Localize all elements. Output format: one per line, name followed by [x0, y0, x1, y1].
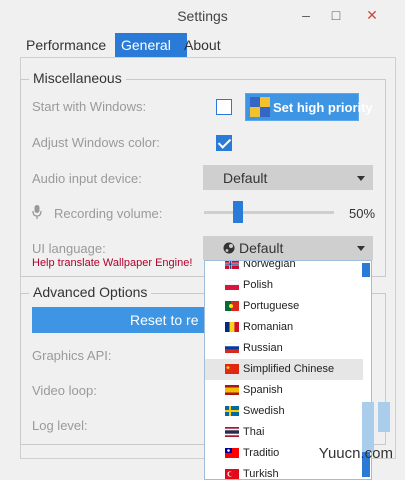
recording-volume-value: 50%	[349, 206, 376, 221]
video-loop-label: Video loop:	[32, 383, 97, 398]
set-high-priority-label: Set high priority	[273, 100, 373, 115]
log-level-label: Log level:	[32, 418, 88, 433]
taiwan-flag-icon	[225, 448, 239, 458]
recording-volume-slider-thumb[interactable]	[232, 201, 243, 223]
language-option-label: Russian	[243, 342, 283, 354]
language-option-simplified-chinese[interactable]: Simplified Chinese	[205, 359, 363, 380]
minimize-button[interactable]: –	[292, 4, 320, 26]
language-option-portuguese[interactable]: Portuguese	[205, 296, 363, 317]
language-option-turkish[interactable]: Turkish	[205, 464, 363, 480]
language-option-norwegian[interactable]: Norwegian	[205, 260, 363, 275]
graphics-api-label: Graphics API:	[32, 348, 112, 363]
reset-button-label: Reset to re	[130, 312, 199, 328]
romania-flag-icon	[225, 322, 239, 332]
title-bar: Settings – □ ✕	[0, 0, 405, 32]
microphone-icon	[32, 205, 42, 219]
ui-language-value: Default	[239, 240, 284, 256]
language-option-label: Thai	[243, 426, 265, 438]
language-option-polish[interactable]: Polish	[205, 275, 363, 296]
language-option-label: Portuguese	[243, 300, 300, 312]
audio-input-device-label: Audio input device:	[32, 171, 142, 186]
language-option-label: Simplified Chinese	[243, 363, 335, 375]
sweden-flag-icon	[225, 406, 239, 416]
shield-icon	[250, 97, 270, 117]
chevron-down-icon	[357, 246, 365, 251]
language-option-label: Polish	[243, 279, 273, 291]
tab-general[interactable]: General	[115, 33, 187, 57]
chevron-down-icon	[357, 175, 365, 181]
language-option-swedish[interactable]: Swedish	[205, 401, 363, 422]
language-option-label: Norwegian	[243, 260, 296, 270]
miscellaneous-legend: Miscellaneous	[29, 70, 126, 86]
china-flag-icon	[225, 364, 239, 374]
audio-input-device-select[interactable]: Default	[203, 165, 373, 190]
ui-language-select[interactable]: Default	[203, 236, 373, 260]
turkey-flag-icon	[225, 469, 239, 479]
language-option-romanian[interactable]: Romanian	[205, 317, 363, 338]
language-option-thai[interactable]: Thai	[205, 422, 363, 443]
tab-about[interactable]: About	[178, 33, 240, 57]
language-option-label: Swedish	[243, 405, 285, 417]
advanced-options-legend: Advanced Options	[29, 284, 152, 300]
start-with-windows-label: Start with Windows:	[32, 99, 147, 114]
watermark-graphic	[378, 402, 390, 432]
spain-flag-icon	[225, 385, 239, 395]
start-with-windows-checkbox[interactable]	[216, 99, 232, 115]
russia-flag-icon	[225, 343, 239, 353]
language-option-label: Spanish	[243, 384, 283, 396]
tab-performance[interactable]: Performance	[20, 33, 128, 57]
steam-icon	[223, 242, 235, 254]
language-option-label: Traditio	[243, 447, 280, 459]
scrollbar-up-arrow[interactable]	[362, 263, 370, 277]
adjust-windows-color-checkbox[interactable]	[216, 135, 232, 151]
audio-input-device-value: Default	[223, 170, 268, 186]
recording-volume-slider[interactable]	[204, 211, 334, 214]
language-option-spanish[interactable]: Spanish	[205, 380, 363, 401]
set-high-priority-button[interactable]: Set high priority	[245, 93, 373, 121]
adjust-windows-color-label: Adjust Windows color:	[32, 135, 160, 150]
watermark-text: Yuucn.com	[318, 445, 393, 462]
settings-window: Settings – □ ✕ Performance General About…	[0, 0, 405, 480]
help-translate-link[interactable]: Help translate Wallpaper Engine!	[32, 257, 192, 269]
language-option-russian[interactable]: Russian	[205, 338, 363, 359]
poland-flag-icon	[225, 280, 239, 290]
norway-flag-icon	[225, 261, 239, 269]
language-option-label: Turkish	[243, 468, 279, 480]
thailand-flag-icon	[225, 427, 239, 437]
close-button[interactable]: ✕	[358, 4, 386, 26]
ui-language-label: UI language:	[32, 241, 106, 256]
portugal-flag-icon	[225, 301, 239, 311]
maximize-button[interactable]: □	[322, 4, 350, 26]
language-option-label: Romanian	[243, 321, 294, 333]
recording-volume-label: Recording volume:	[54, 206, 163, 221]
